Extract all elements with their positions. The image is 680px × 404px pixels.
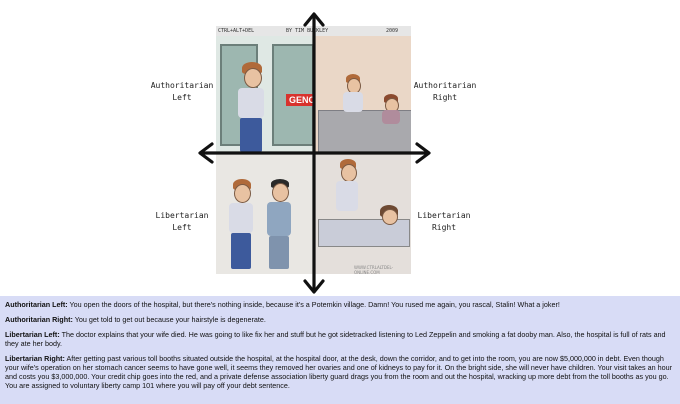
- label-authoritarian-left: Authoritarian Left: [150, 81, 214, 102]
- label-authoritarian-right: Authoritarian Right: [413, 81, 477, 102]
- caption-text: After getting past various toll booths s…: [5, 354, 672, 390]
- caption-authoritarian-right: Authoritarian Right: You get told to get…: [5, 315, 675, 324]
- caption-label: Libertarian Left:: [5, 330, 60, 339]
- caption-block: Authoritarian Left: You open the doors o…: [0, 296, 680, 404]
- political-compass-axes: [198, 12, 431, 294]
- label-libertarian-right: Libertarian Right: [417, 211, 471, 232]
- caption-text: The doctor explains that your wife died.…: [5, 330, 666, 348]
- caption-label: Authoritarian Left:: [5, 300, 68, 309]
- caption-text: You get told to get out because your hai…: [72, 315, 266, 324]
- meme-image: CTRL+ALT+DEL BY TIM BUCKLEY 2009 GENC WW…: [0, 0, 680, 296]
- caption-label: Libertarian Right:: [5, 354, 65, 363]
- label-libertarian-left: Libertarian Left: [155, 211, 209, 232]
- caption-libertarian-left: Libertarian Left: The doctor explains th…: [5, 330, 675, 348]
- caption-authoritarian-left: Authoritarian Left: You open the doors o…: [5, 300, 675, 309]
- caption-label: Authoritarian Right:: [5, 315, 73, 324]
- caption-text: You open the doors of the hospital, but …: [67, 300, 560, 309]
- caption-libertarian-right: Libertarian Right: After getting past va…: [5, 354, 675, 390]
